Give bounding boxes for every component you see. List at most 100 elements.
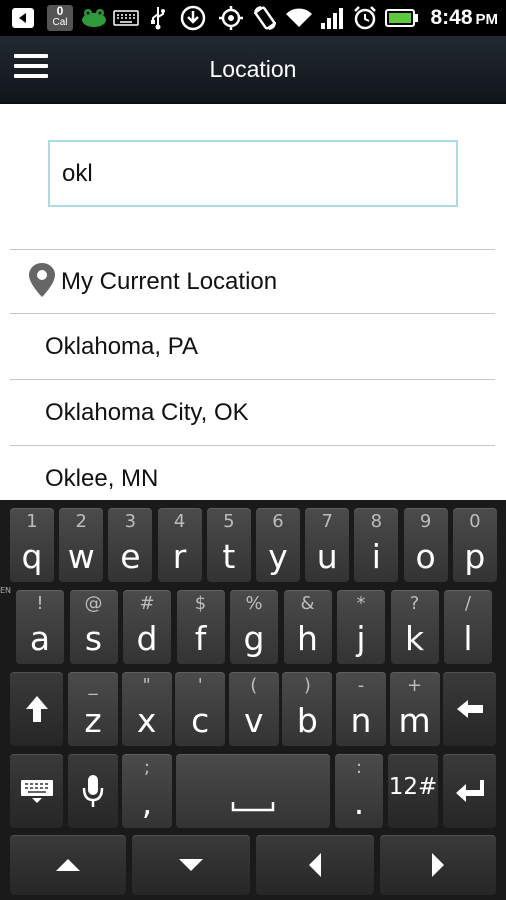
key-c[interactable]: ' c [175,672,226,746]
cursor-up-icon [10,835,126,895]
key-b[interactable]: ) b [282,672,333,746]
key-j[interactable]: * j [337,590,385,664]
key-hint: - [357,675,365,696]
rotate-icon [250,5,280,31]
wifi-icon [284,5,314,31]
key-hint: 7 [321,511,333,532]
key-q[interactable]: 1q [10,508,54,582]
key-label: g [243,619,265,658]
backspace-key[interactable] [443,672,496,746]
key-label: a [29,619,51,658]
shift-key[interactable] [10,672,63,746]
key-k[interactable]: ? k [390,590,439,664]
key-h[interactable]: & h [283,590,332,664]
list-item[interactable]: Oklahoma, PA [10,313,495,379]
battery-icon [384,5,420,31]
key-o[interactable]: 9o [403,508,448,582]
action-bar: Location [0,36,506,104]
location-pin-icon [29,262,55,297]
key-hint: / [464,593,472,614]
key-hint: + [407,675,423,696]
key-hint: % [245,593,263,614]
key-hint: ( [250,675,258,696]
key-hint: _ [88,675,98,696]
space-bar-icon [176,754,330,828]
key-n[interactable]: -n [336,672,386,746]
key-label: b [296,701,318,740]
key-v[interactable]: (v [228,672,279,746]
key-f[interactable]: $ f [176,590,225,664]
key-label: s [84,619,103,658]
list-item[interactable]: Oklahoma City, OK [10,379,495,445]
current-location-label: My Current Location [61,267,278,295]
key-w[interactable]: 2w [59,508,104,582]
key-label: o [415,537,436,576]
key-hint: ) [303,675,311,696]
cursor-left-key[interactable] [256,835,374,895]
status-bar: 0 Cal 8:48 PM [0,0,506,36]
keyboard-settings-key[interactable] [10,754,63,828]
backspace-arrow-icon [443,672,496,746]
key-y[interactable]: 6y [256,508,300,582]
microphone-key[interactable] [68,754,118,828]
gps-icon [216,5,246,31]
key-hint: 2 [75,511,87,532]
signal-icon [318,5,346,31]
key-p[interactable]: 0p [452,508,497,582]
key-l[interactable]: / l [444,590,492,664]
key-e[interactable]: 3e [108,508,153,582]
key-hint: 1 [26,511,38,532]
key-g[interactable]: % g [230,590,278,664]
period-key-hint: : [355,757,363,778]
cursor-down-key[interactable] [132,835,250,895]
key-s[interactable]: @ s [69,590,118,664]
key-hint: ' [197,675,203,696]
microphone-icon [68,754,118,828]
clock-ampm: PM [475,11,499,28]
key-hint: 5 [223,511,235,532]
key-z[interactable]: _ z [68,672,118,746]
key-t[interactable]: 5t [206,508,251,582]
key-hint: " [142,675,151,696]
key-u[interactable]: 7u [305,508,350,582]
period-key[interactable]: : . [335,754,383,828]
comma-key-label: , [141,783,153,822]
space-bar[interactable] [176,754,330,828]
cursor-up-key[interactable] [10,835,126,895]
key-label: c [191,701,210,740]
usb-icon [146,5,170,31]
key-label: d [136,619,158,658]
key-a[interactable]: ! a [16,590,64,664]
key-label: r [172,537,187,576]
comma-key[interactable]: ; , [122,754,172,828]
key-hint: 4 [173,511,186,532]
key-label: q [21,537,43,576]
calendar-badge-icon: 0 Cal [46,5,74,31]
key-label: z [84,701,102,740]
cursor-right-icon [380,835,496,895]
key-d[interactable]: # d [123,590,171,664]
clock-time: 8:48 [430,6,473,29]
key-x[interactable]: " x [121,672,172,746]
symbols-key-label: 12# [388,774,438,800]
enter-key[interactable] [443,754,496,828]
cursor-right-key[interactable] [380,835,496,895]
key-m[interactable]: + m [389,672,440,746]
download-icon [178,5,208,31]
frog-icon [78,5,110,31]
key-hint: $ [194,593,207,614]
hamburger-menu-icon[interactable] [14,54,50,84]
results-list: My Current Location Oklahoma, PA Oklahom… [10,249,495,500]
list-item-current-location[interactable]: My Current Location [10,249,495,313]
key-r[interactable]: 4r [157,508,202,582]
search-input[interactable]: okl [48,140,458,207]
key-label: p [464,537,486,576]
key-label: h [297,619,318,658]
list-item[interactable]: Oklee, MN [10,445,495,500]
clock: 8:48 PM [430,5,498,31]
key-hint: 9 [419,511,432,532]
key-hint: @ [84,593,103,614]
key-i[interactable]: 8i [354,508,399,582]
page-title: Location [209,56,297,82]
symbols-key[interactable]: 12# [388,754,438,828]
